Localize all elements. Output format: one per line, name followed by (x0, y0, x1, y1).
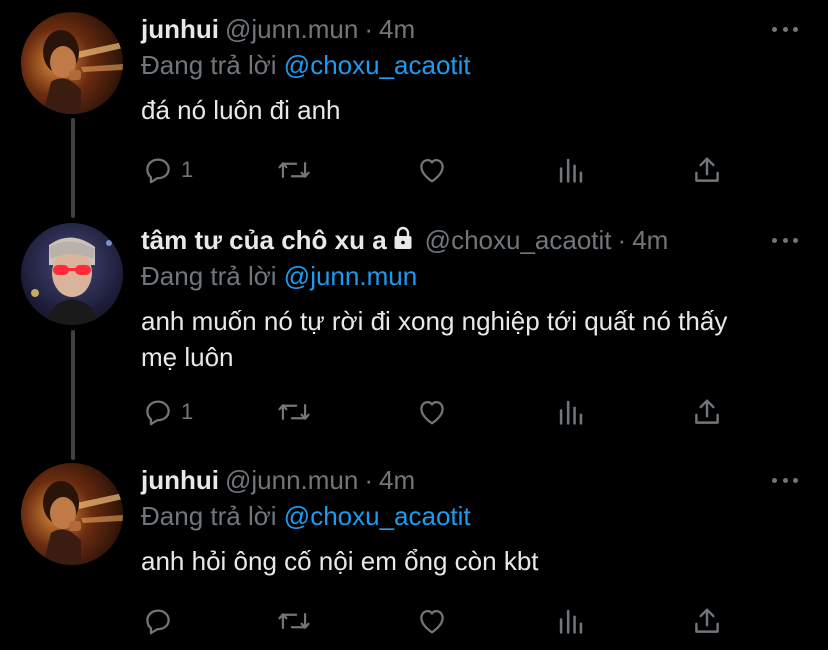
avatar[interactable] (21, 12, 123, 114)
like-button[interactable] (415, 394, 449, 430)
avatar[interactable] (21, 223, 123, 325)
replying-label: Đang trả lời (141, 501, 277, 531)
retweet-button[interactable] (276, 603, 312, 639)
tweet-actions: 1 (141, 394, 741, 430)
avatar-image (21, 12, 123, 114)
avatar-image (21, 223, 123, 325)
retweet-icon (278, 612, 310, 630)
reply-icon (146, 400, 170, 426)
timestamp[interactable]: 4m (632, 225, 668, 255)
analytics-button[interactable] (554, 603, 588, 639)
user-handle[interactable]: @junn.mun (225, 465, 358, 495)
replying-to: Đang trả lời @choxu_acaotit (141, 48, 471, 82)
user-handle[interactable]: @junn.mun (225, 14, 358, 44)
reply-button[interactable]: 1 (141, 394, 193, 430)
share-icon (695, 399, 719, 424)
analytics-icon (559, 609, 583, 634)
user-handle[interactable]: @choxu_acaotit (425, 225, 612, 255)
display-name[interactable]: tâm tư của chô xu a (141, 225, 387, 255)
retweet-icon (278, 403, 310, 421)
share-icon (695, 157, 719, 182)
mention-link[interactable]: @junn.mun (284, 261, 417, 291)
replying-label: Đang trả lời (141, 261, 277, 291)
like-button[interactable] (415, 603, 449, 639)
more-icon[interactable] (772, 463, 798, 497)
display-name[interactable]: junhui (141, 14, 219, 44)
tweet-text: anh muốn nó tự rời đi xong nghiệp tới qu… (141, 306, 728, 372)
avatar-image (21, 463, 123, 565)
tweet-actions: 1 (141, 152, 741, 188)
reply-count: 1 (181, 157, 194, 182)
mention-link[interactable]: @choxu_acaotit (284, 50, 471, 80)
separator-dot: · (617, 225, 627, 255)
tweet-text: anh hỏi ông cố nội em ổng còn kbt (141, 546, 539, 576)
tweet-actions (141, 603, 741, 639)
mention-link[interactable]: @choxu_acaotit (284, 501, 471, 531)
like-icon (420, 400, 444, 425)
retweet-icon (278, 161, 310, 179)
share-icon (695, 608, 719, 633)
retweet-button[interactable] (276, 152, 312, 188)
like-icon (420, 609, 444, 634)
tweet-header: tâm tư của chô xu a @choxu_acaotit · 4m (141, 223, 668, 257)
tweet-text: đá nó luôn đi anh (141, 95, 341, 125)
analytics-button[interactable] (554, 394, 588, 430)
reply-icon (146, 609, 170, 635)
replying-to: Đang trả lời @choxu_acaotit (141, 499, 471, 533)
reply-button[interactable]: 1 (141, 152, 193, 188)
separator-dot: · (364, 465, 374, 495)
lock-icon (394, 226, 412, 249)
replying-to: Đang trả lời @junn.mun (141, 259, 417, 293)
tweet[interactable]: junhui @junn.mun · 4m Đang trả lời @choxu_a… (0, 12, 828, 212)
more-icon[interactable] (772, 12, 798, 46)
analytics-button[interactable] (554, 152, 588, 188)
more-icon[interactable] (772, 223, 798, 257)
share-button[interactable] (690, 394, 724, 430)
tweet[interactable]: junhui @junn.mun · 4m Đang trả lời @choxu_a… (0, 463, 828, 650)
share-button[interactable] (690, 152, 724, 188)
retweet-button[interactable] (276, 394, 312, 430)
like-button[interactable] (415, 152, 449, 188)
display-name[interactable]: junhui (141, 465, 219, 495)
share-button[interactable] (690, 603, 724, 639)
like-icon (420, 158, 444, 183)
timestamp[interactable]: 4m (379, 465, 415, 495)
analytics-icon (559, 158, 583, 183)
tweet-header: junhui @junn.mun · 4m (141, 463, 415, 497)
replying-label: Đang trả lời (141, 50, 277, 80)
analytics-icon (559, 400, 583, 425)
timestamp[interactable]: 4m (379, 14, 415, 44)
avatar[interactable] (21, 463, 123, 565)
reply-count: 1 (181, 399, 194, 424)
tweet[interactable]: tâm tư của chô xu a @choxu_acaotit · 4m Đan… (0, 223, 828, 453)
reply-icon (146, 158, 170, 184)
tweet-header: junhui @junn.mun · 4m (141, 12, 415, 46)
reply-button[interactable] (141, 603, 181, 639)
separator-dot: · (364, 14, 374, 44)
